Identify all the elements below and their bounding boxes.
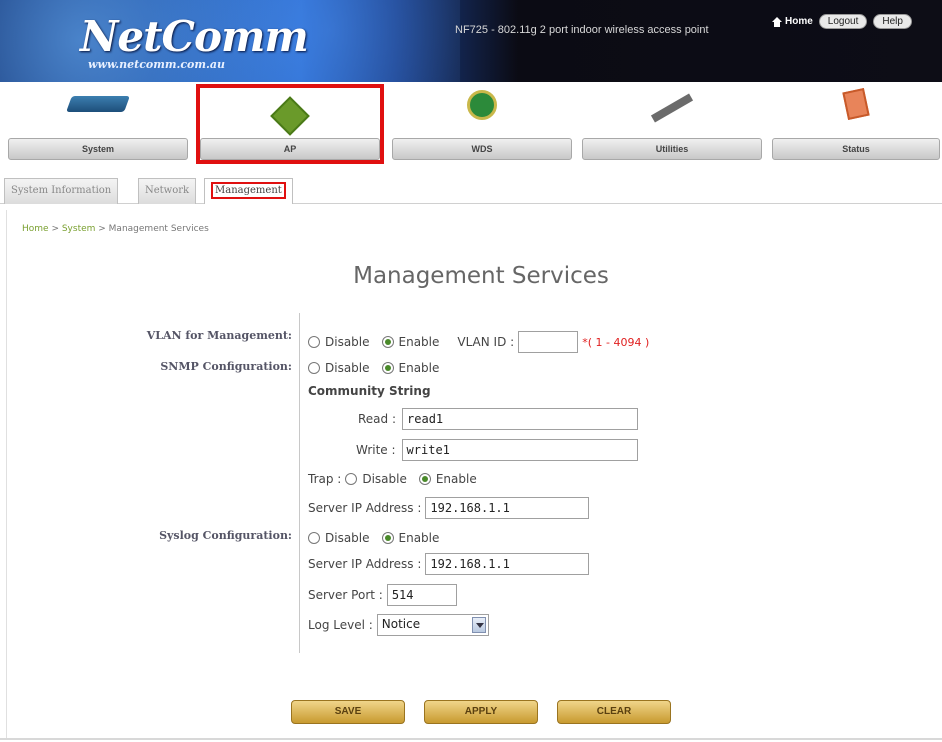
syslog-server-port-row: Server Port : 514 — [308, 584, 457, 606]
breadcrumb-current: Management Services — [108, 224, 209, 234]
trap-label: Trap : — [308, 472, 342, 486]
syslog-server-ip-input[interactable]: 192.168.1.1 — [425, 553, 590, 575]
bottom-rule — [0, 738, 942, 740]
tab-network[interactable]: Network — [138, 178, 197, 204]
log-level-row: Log Level : Notice — [308, 614, 489, 636]
syslog-label: Syslog Configuration: — [159, 529, 292, 542]
apply-button[interactable]: APPLY — [424, 700, 538, 724]
breadcrumb: Home > System > Management Services — [22, 224, 209, 234]
chevron-down-icon[interactable] — [471, 617, 486, 633]
write-row: Write : write1 — [356, 439, 638, 461]
read-community-input[interactable]: read1 — [402, 408, 639, 430]
trap-disable-label: Disable — [362, 472, 407, 486]
trap-disable-radio[interactable] — [345, 473, 358, 485]
snmp-server-ip-input[interactable]: 192.168.1.1 — [425, 497, 590, 519]
write-community-input[interactable]: write1 — [401, 439, 638, 461]
nav-item-label: Utilities — [582, 138, 762, 160]
save-button[interactable]: SAVE — [291, 700, 405, 724]
home-link[interactable]: Home — [772, 16, 813, 27]
log-level-label: Log Level : — [308, 618, 373, 632]
vlan-row: Disable Enable VLAN ID : *( 1 - 4094 ) — [308, 331, 649, 353]
clear-button[interactable]: CLEAR — [557, 700, 671, 724]
snmp-enable-label: Enable — [398, 361, 440, 375]
form-divider — [299, 313, 300, 653]
home-icon — [772, 16, 782, 27]
snmp-disable-label: Disable — [325, 361, 370, 375]
log-level-select[interactable]: Notice — [376, 614, 489, 636]
community-string-heading: Community String — [308, 384, 431, 398]
model-description: NF725 - 802.11g 2 port indoor wireless a… — [455, 24, 709, 36]
nav-item-utilities[interactable]: Utilities — [582, 82, 762, 160]
left-rule — [6, 210, 7, 738]
breadcrumb-sep: > — [48, 224, 62, 234]
page-title: Management Services — [353, 263, 609, 289]
main-nav: System AP WDS Utilities Status — [0, 82, 942, 164]
top-links: Home Logout Help — [772, 14, 912, 29]
router-icon — [66, 96, 130, 112]
trap-row: Trap : Disable Enable — [308, 472, 477, 486]
syslog-server-ip-row: Server IP Address : 192.168.1.1 — [308, 553, 590, 575]
breadcrumb-sep: > — [95, 224, 109, 234]
vlan-label: VLAN for Management: — [146, 329, 292, 342]
tab-management-label: Management — [211, 182, 286, 199]
header-banner: NetComm www.netcomm.com.au NF725 - 802.1… — [0, 0, 942, 82]
tab-system-information[interactable]: System Information — [4, 178, 119, 204]
snmp-server-ip-label: Server IP Address : — [308, 501, 422, 515]
syslog-disable-radio[interactable] — [308, 532, 320, 544]
help-button[interactable]: Help — [873, 14, 912, 29]
tab-management[interactable]: Management — [204, 178, 293, 204]
nav-item-label: WDS — [392, 138, 572, 160]
nav-item-status[interactable]: Status — [772, 82, 940, 160]
status-icon — [842, 88, 870, 120]
trap-enable-radio[interactable] — [418, 473, 431, 485]
syslog-enable-radio[interactable] — [381, 532, 394, 544]
write-label: Write : — [356, 443, 396, 457]
log-level-value: Notice — [381, 617, 421, 631]
home-link-label: Home — [785, 16, 813, 27]
nav-item-ap[interactable]: AP — [196, 84, 384, 164]
snmp-enable-radio[interactable] — [381, 362, 394, 374]
syslog-disable-label: Disable — [325, 531, 370, 545]
nav-item-label: AP — [200, 138, 380, 160]
snmp-label: SNMP Configuration: — [160, 360, 292, 373]
vlan-disable-radio[interactable] — [308, 336, 320, 348]
access-point-icon — [270, 96, 310, 136]
snmp-disable-radio[interactable] — [308, 362, 320, 374]
logout-button[interactable]: Logout — [818, 14, 868, 29]
vlan-disable-label: Disable — [325, 335, 370, 349]
vlan-id-input[interactable] — [518, 331, 579, 353]
nav-item-label: System — [8, 138, 188, 160]
read-row: Read : read1 — [358, 408, 639, 430]
nav-item-system[interactable]: System — [8, 82, 188, 160]
wds-icon — [467, 90, 497, 120]
vlan-enable-label: Enable — [398, 335, 440, 349]
syslog-server-port-input[interactable]: 514 — [386, 584, 457, 606]
netcomm-logo: NetComm — [80, 12, 309, 61]
snmp-row: Disable Enable — [308, 361, 439, 375]
vlan-enable-radio[interactable] — [381, 336, 394, 348]
syslog-enable-label: Enable — [398, 531, 440, 545]
syslog-row: Disable Enable — [308, 531, 439, 545]
logo-url: www.netcomm.com.au — [88, 58, 225, 71]
snmp-server-ip-row: Server IP Address : 192.168.1.1 — [308, 497, 590, 519]
vlan-id-label: VLAN ID : — [457, 335, 515, 349]
nav-item-wds[interactable]: WDS — [392, 82, 572, 160]
sub-tabs: System Information Network Management — [0, 174, 942, 204]
breadcrumb-system[interactable]: System — [62, 224, 96, 234]
syslog-server-ip-label: Server IP Address : — [308, 557, 422, 571]
trap-enable-label: Enable — [435, 472, 477, 486]
nav-item-label: Status — [772, 138, 940, 160]
vlan-range-hint: *( 1 - 4094 ) — [582, 335, 650, 349]
breadcrumb-home[interactable]: Home — [22, 224, 49, 234]
read-label: Read : — [358, 412, 397, 426]
syslog-server-port-label: Server Port : — [308, 588, 383, 602]
hammer-icon — [650, 93, 694, 123]
